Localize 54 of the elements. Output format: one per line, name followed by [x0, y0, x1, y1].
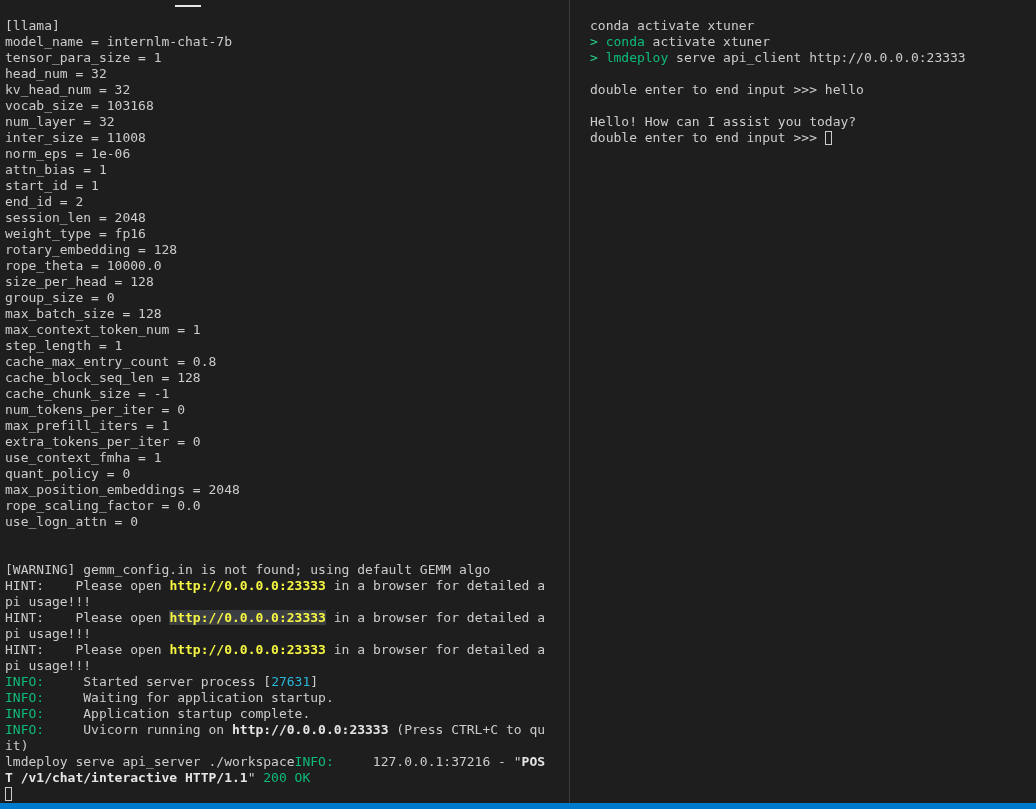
terminal-line: cache_max_entry_count = 0.8: [5, 354, 217, 370]
terminal-line: INFO: Waiting for application startup.: [5, 690, 334, 706]
terminal-line: head_num = 32: [5, 66, 107, 82]
terminal-line: vocab_size = 103168: [5, 98, 154, 114]
terminal-line: double enter to end input >>>: [590, 130, 818, 146]
terminal-line: group_size = 0: [5, 290, 115, 306]
cursor-block: [824, 131, 832, 145]
terminal-line: use_context_fmha = 1: [5, 450, 162, 466]
terminal-line: model_name = internlm-chat-7b: [5, 34, 232, 50]
terminal-line: conda activate xtuner: [590, 18, 755, 34]
terminal-line: rope_scaling_factor = 0.0: [5, 498, 201, 514]
terminal-line: > lmdeploy serve api_client http://0.0.0.0:23333: [590, 50, 966, 66]
terminal-line: INFO: Uvicorn running on http://0.0.0.0:23333 (Press CTRL+C to qu: [5, 722, 546, 738]
terminal-line: INFO: Application startup complete.: [5, 706, 311, 722]
terminal-line: max_context_token_num = 1: [5, 322, 201, 338]
terminal-line: kv_head_num = 32: [5, 82, 131, 98]
terminal-line: pi usage!!!: [5, 594, 92, 610]
terminal-line: T /v1/chat/interactive HTTP/1.1" 200 OK: [5, 770, 311, 786]
terminal-line: extra_tokens_per_iter = 0: [5, 434, 201, 450]
terminal-line: [WARNING] gemm_config.in is not found; using default GEMM algo: [5, 562, 491, 578]
terminal-line: attn_bias = 1: [5, 162, 107, 178]
terminal-line: use_logn_attn = 0: [5, 514, 139, 530]
terminal-line: rotary_embedding = 128: [5, 242, 178, 258]
terminal-line: norm_eps = 1e-06: [5, 146, 131, 162]
terminal-line: max_batch_size = 128: [5, 306, 162, 322]
terminal-line: num_layer = 32: [5, 114, 115, 130]
terminal-line: quant_policy = 0: [5, 466, 131, 482]
terminal-line: double enter to end input >>> hello: [590, 82, 864, 98]
terminal-line: pi usage!!!: [5, 658, 92, 674]
terminal-line: HINT: Please open http://0.0.0.0:23333 in a browser for detailed a: [5, 610, 546, 626]
terminal-line: start_id = 1: [5, 178, 99, 194]
terminal-line: max_position_embeddings = 2048: [5, 482, 240, 498]
terminal-line: INFO: Started server process [27631]: [5, 674, 319, 690]
terminal-line: Hello! How can I assist you today?: [590, 114, 857, 130]
terminal-line: it): [5, 738, 29, 754]
terminal-line: inter_size = 11008: [5, 130, 146, 146]
terminal-line: weight_type = fp16: [5, 226, 146, 242]
terminal-line: > conda activate xtuner: [590, 34, 771, 50]
terminal-line: [llama]: [5, 18, 60, 34]
terminal-line: size_per_head = 128: [5, 274, 154, 290]
terminal-line: cache_chunk_size = -1: [5, 386, 170, 402]
terminal-line: end_id = 2: [5, 194, 84, 210]
terminal-line: session_len = 2048: [5, 210, 146, 226]
terminal-line: HINT: Please open http://0.0.0.0:23333 in a browser for detailed a: [5, 578, 546, 594]
cursor-block: [5, 787, 12, 801]
terminal-line: pi usage!!!: [5, 626, 92, 642]
terminal-line: lmdeploy serve api_server ./workspaceINFO: 127.0.0.1:37216 - "POS: [5, 754, 546, 770]
terminal-line: step_length = 1: [5, 338, 123, 354]
terminal-line: rope_theta = 10000.0: [5, 258, 162, 274]
terminal-line: tensor_para_size = 1: [5, 50, 162, 66]
terminal-line: num_tokens_per_iter = 0: [5, 402, 185, 418]
terminal-line: HINT: Please open http://0.0.0.0:23333 in a browser for detailed a: [5, 642, 546, 658]
terminal-line: max_prefill_iters = 1: [5, 418, 170, 434]
terminal-line: cache_block_seq_len = 128: [5, 370, 201, 386]
